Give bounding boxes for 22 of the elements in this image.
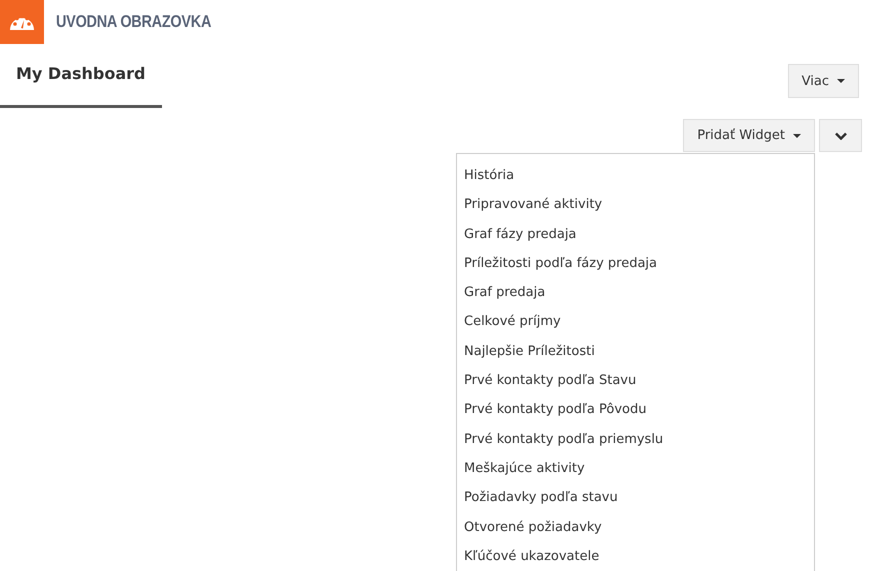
caret-icon <box>837 79 845 83</box>
menu-item[interactable]: Kľúčové ukazovatele <box>457 542 814 571</box>
collapse-button[interactable] <box>819 119 862 152</box>
caret-icon <box>793 134 801 138</box>
menu-item[interactable]: Celkové príjmy <box>457 307 814 337</box>
page-title: UVODNA OBRAZOVKA <box>56 12 212 32</box>
menu-item[interactable]: Prvé kontakty podľa Pôvodu <box>457 395 814 425</box>
menu-item[interactable]: Otvorené požiadavky <box>457 512 814 542</box>
menu-item[interactable]: Graf fázy predaja <box>457 220 814 249</box>
menu-item[interactable]: Prvé kontakty podľa priemyslu <box>457 424 814 454</box>
chevron-down-icon <box>834 132 846 140</box>
menu-item[interactable]: Požiadavky podľa stavu <box>457 483 814 513</box>
menu-item[interactable]: História <box>457 161 814 190</box>
menu-item[interactable]: Pripravované aktivity <box>457 190 814 220</box>
dashboard-tab[interactable]: My Dashboard <box>0 58 162 108</box>
menu-item[interactable]: Meškajúce aktivity <box>457 454 814 484</box>
add-widget-button[interactable]: Pridať Widget <box>683 119 815 152</box>
more-button[interactable]: Viac <box>788 64 859 98</box>
menu-item[interactable]: Graf predaja <box>457 278 814 308</box>
menu-item[interactable]: Príležitosti podľa fázy predaja <box>457 248 814 278</box>
menu-item[interactable]: Najlepšie Príležitosti <box>457 336 814 366</box>
menu-item[interactable]: Prvé kontakty podľa Stavu <box>457 366 814 396</box>
